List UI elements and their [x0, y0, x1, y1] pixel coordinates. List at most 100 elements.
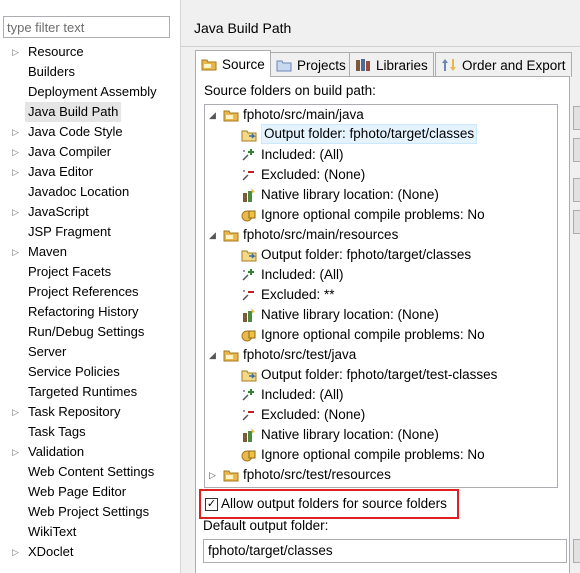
native-library-icon: [241, 307, 257, 323]
tree-attribute-row[interactable]: Ignore optional compile problems: No: [205, 445, 557, 465]
filter-input[interactable]: [3, 16, 170, 38]
expand-arrow-icon[interactable]: ▷: [12, 142, 22, 162]
remove-button[interactable]: [573, 210, 580, 234]
tab-source[interactable]: Source: [195, 50, 271, 77]
projects-icon: [276, 58, 292, 72]
tree-attribute-row[interactable]: Native library location: (None): [205, 305, 557, 325]
browse-button[interactable]: [573, 539, 580, 563]
nav-item[interactable]: Deployment Assembly: [0, 82, 180, 102]
nav-item[interactable]: ▷ Java Editor: [0, 162, 180, 182]
collapse-arrow-icon[interactable]: ◢: [209, 225, 219, 245]
collapse-arrow-icon[interactable]: ◢: [209, 345, 219, 365]
nav-item-label: Targeted Runtimes: [28, 384, 138, 399]
nav-item[interactable]: WikiText: [0, 522, 180, 542]
tree-row-label: Included: (All): [261, 267, 344, 282]
nav-item[interactable]: JSP Fragment: [0, 222, 180, 242]
tree-row-label: Output folder: fphoto/target/classes: [261, 124, 478, 144]
nav-item[interactable]: Web Project Settings: [0, 502, 180, 522]
tab-order-export[interactable]: Order and Export: [435, 52, 572, 77]
expand-arrow-icon[interactable]: ▷: [12, 442, 22, 462]
expand-arrow-icon[interactable]: ▷: [209, 465, 219, 485]
nav-item[interactable]: Targeted Runtimes: [0, 382, 180, 402]
expand-arrow-icon[interactable]: ▷: [12, 202, 22, 222]
tree-row-label: fphoto/src/test/resources: [243, 467, 391, 482]
excluded-filter-icon: [241, 407, 257, 423]
nav-item[interactable]: Project Facets: [0, 262, 180, 282]
expand-arrow-icon[interactable]: ▷: [12, 122, 22, 142]
nav-item[interactable]: Server: [0, 342, 180, 362]
tree-row-label: Excluded: (None): [261, 407, 366, 422]
tree-attribute-row[interactable]: Excluded: **: [205, 285, 557, 305]
tree-row-label: Ignore optional compile problems: No: [261, 327, 485, 342]
tree-attribute-row[interactable]: Included: (All): [205, 265, 557, 285]
tree-attribute-row[interactable]: Included: (All): [205, 145, 557, 165]
default-output-field[interactable]: fphoto/target/classes: [203, 539, 567, 563]
nav-item[interactable]: ▷ JavaScript: [0, 202, 180, 222]
tree-attribute-row[interactable]: Output folder: fphoto/target/classes: [205, 245, 557, 265]
tree-attribute-row[interactable]: Native library location: (None): [205, 185, 557, 205]
expand-arrow-icon[interactable]: ▷: [12, 162, 22, 182]
property-nav-pane: ▷ Resource Builders Deployment Assembly Java…: [0, 0, 180, 573]
tab-label: Libraries: [376, 57, 428, 73]
page-title: Java Build Path: [194, 20, 292, 36]
nav-item[interactable]: Service Policies: [0, 362, 180, 382]
nav-item-label: Project References: [28, 284, 139, 299]
tab-label: Projects: [297, 57, 346, 73]
nav-item[interactable]: ▷ Java Compiler: [0, 142, 180, 162]
nav-item[interactable]: Task Tags: [0, 422, 180, 442]
tab-label: Order and Export: [462, 57, 566, 73]
tree-attribute-row[interactable]: Output folder: fphoto/target/test-classe…: [205, 365, 557, 385]
expand-arrow-icon[interactable]: ▷: [12, 42, 22, 62]
nav-item[interactable]: Web Page Editor: [0, 482, 180, 502]
expand-arrow-icon[interactable]: ▷: [12, 242, 22, 262]
nav-item[interactable]: Web Content Settings: [0, 462, 180, 482]
nav-item[interactable]: Refactoring History: [0, 302, 180, 322]
nav-item[interactable]: ▷ Resource: [0, 42, 180, 62]
add-folder-button[interactable]: [573, 106, 580, 130]
included-filter-icon: [241, 387, 257, 403]
nav-item-label: Run/Debug Settings: [28, 324, 145, 339]
allow-output-folders-checkbox[interactable]: ✓: [205, 498, 218, 511]
tree-attribute-row[interactable]: Native library location: (None): [205, 425, 557, 445]
nav-item[interactable]: ▷ Java Code Style: [0, 122, 180, 142]
nav-item-label: Task Tags: [28, 424, 86, 439]
nav-item-label: Maven: [28, 244, 68, 259]
collapse-arrow-icon[interactable]: ◢: [209, 105, 219, 125]
nav-item[interactable]: Builders: [0, 62, 180, 82]
source-folder-row[interactable]: ◢ fphoto/src/main/java: [205, 105, 557, 125]
tree-attribute-row[interactable]: Included: (All): [205, 385, 557, 405]
source-folders-tree[interactable]: ◢ fphoto/src/main/java Output folder: fpho…: [204, 104, 558, 488]
tree-attribute-row[interactable]: Output folder: fphoto/target/classes: [205, 124, 557, 145]
nav-item[interactable]: ▷ Maven: [0, 242, 180, 262]
tab-projects[interactable]: Projects: [270, 52, 352, 77]
tree-attribute-row[interactable]: Excluded: (None): [205, 405, 557, 425]
nav-item[interactable]: Javadoc Location: [0, 182, 180, 202]
nav-item-label: Builders: [28, 64, 75, 79]
edit-button[interactable]: [573, 178, 580, 202]
nav-item-label: JavaScript: [28, 204, 89, 219]
tree-attribute-row[interactable]: Ignore optional compile problems: No: [205, 325, 557, 345]
nav-item[interactable]: ▷ Validation: [0, 442, 180, 462]
expand-arrow-icon[interactable]: ▷: [12, 402, 22, 422]
tree-row-label: fphoto/src/test/java: [243, 347, 357, 362]
expand-arrow-icon[interactable]: ▷: [12, 542, 22, 562]
tree-row-label: Ignore optional compile problems: No: [261, 447, 485, 462]
tree-attribute-row[interactable]: Excluded: (None): [205, 165, 557, 185]
libraries-icon: [355, 58, 371, 72]
nav-item[interactable]: ▷ XDoclet: [0, 542, 180, 562]
source-folder-row[interactable]: ◢ fphoto/src/test/java: [205, 345, 557, 365]
nav-item[interactable]: Java Build Path: [0, 102, 180, 122]
tree-attribute-row[interactable]: Ignore optional compile problems: No: [205, 205, 557, 225]
nav-item[interactable]: Run/Debug Settings: [0, 322, 180, 342]
link-source-button[interactable]: [573, 138, 580, 162]
nav-item[interactable]: ▷ Task Repository: [0, 402, 180, 422]
source-folder-row[interactable]: ▷ fphoto/src/test/resources: [205, 465, 557, 485]
tree-row-label: fphoto/src/main/java: [243, 107, 364, 122]
source-folder-icon: [201, 57, 217, 71]
nav-item[interactable]: Project References: [0, 282, 180, 302]
title-separator: [181, 46, 580, 47]
tab-libraries[interactable]: Libraries: [349, 52, 434, 77]
tab-label: Source: [222, 56, 265, 72]
source-folder-row[interactable]: ◢ fphoto/src/main/resources: [205, 225, 557, 245]
allow-output-folders-label[interactable]: Allow output folders for source folders: [221, 496, 447, 511]
